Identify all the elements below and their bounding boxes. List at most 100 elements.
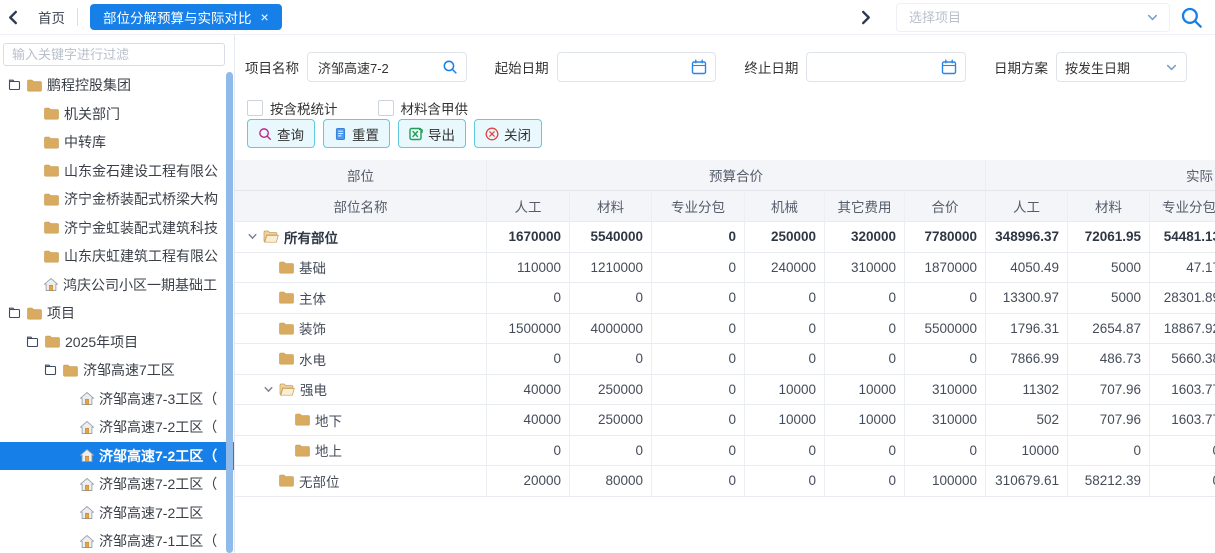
filter-form: 项目名称 起始日期 终止日期 日期方案 按发生日期: [245, 52, 1215, 82]
sidebar-item[interactable]: 鸿庆公司小区一期基础工: [0, 271, 234, 300]
sidebar-item[interactable]: 济邹高速7-2工区（: [0, 470, 234, 499]
value-cell: 310000: [905, 405, 986, 436]
value-cell: 10000: [745, 375, 825, 406]
value-cell: 7780000: [905, 222, 986, 253]
chevron-down-icon[interactable]: [1165, 61, 1178, 74]
column-header: 合价: [905, 191, 986, 222]
table-row[interactable]: 所有部位167000055400000250000320000778000034…: [235, 222, 1215, 253]
calendar-icon[interactable]: [941, 59, 957, 75]
sidebar-item[interactable]: 济宁金虹装配式建筑科技: [0, 214, 234, 243]
reset-button[interactable]: 重置: [323, 119, 390, 148]
sidebar-item[interactable]: 2025年项目: [0, 328, 234, 357]
search-icon[interactable]: [442, 59, 458, 75]
tree-expander-icon[interactable]: [44, 364, 57, 376]
value-cell: 2654.87: [1068, 314, 1150, 345]
end-date-input[interactable]: [815, 59, 937, 76]
value-cell: 0: [652, 222, 745, 253]
table-row[interactable]: 水电0000007866.99486.735660.38: [235, 344, 1215, 375]
table-row[interactable]: 主体00000013300.97500028301.89: [235, 283, 1215, 314]
tree-expander-icon[interactable]: [8, 79, 21, 91]
budget-actual-table: 部位 预算合价 实际 部位名称人工材料专业分包机械其它费用合价人工材料专业分包 …: [235, 160, 1215, 497]
date-scheme-select[interactable]: 按发生日期: [1056, 52, 1187, 82]
value-cell: 0: [652, 466, 745, 497]
query-button[interactable]: 查询: [247, 119, 315, 148]
tab-active[interactable]: 部位分解预算与实际对比 ×: [90, 4, 282, 30]
table-row[interactable]: 地上0000001000000: [235, 436, 1215, 467]
project-select-input[interactable]: [907, 9, 1146, 26]
sidebar: 鹏程控股集团机关部门中转库山东金石建设工程有限公济宁金桥装配式桥梁大构济宁金虹装…: [0, 35, 235, 553]
sidebar-item[interactable]: 鹏程控股集团: [0, 71, 234, 100]
sidebar-item[interactable]: 中转库: [0, 128, 234, 157]
back-chevron-icon[interactable]: [0, 10, 26, 25]
sidebar-item[interactable]: 济邹高速7-3工区（: [0, 385, 234, 414]
tab-close-icon[interactable]: ×: [261, 10, 269, 24]
tree-expander-icon[interactable]: [26, 336, 39, 348]
project-name-field[interactable]: [307, 52, 467, 82]
tab-home[interactable]: 首页: [38, 7, 65, 27]
sidebar-scrollbar[interactable]: [226, 72, 233, 553]
table-row[interactable]: 强电400002500000100001000031000011302707.9…: [235, 375, 1215, 406]
part-name-cell: 强电: [235, 375, 487, 406]
part-name-label: 无部位: [299, 471, 340, 491]
table-row[interactable]: 装饰1500000400000000055000001796.312654.87…: [235, 314, 1215, 345]
global-search-icon[interactable]: [1180, 6, 1203, 29]
table-row[interactable]: 无部位2000080000000100000310679.6158212.390: [235, 466, 1215, 497]
value-cell: 1603.77: [1150, 375, 1215, 406]
sidebar-item-label: 山东金石建设工程有限公: [64, 161, 218, 181]
tree-filter-input[interactable]: [3, 43, 225, 66]
start-date-field[interactable]: [557, 52, 717, 82]
checkbox-row: 按含税统计 材料含甲供: [247, 98, 508, 118]
sidebar-tree: 鹏程控股集团机关部门中转库山东金石建设工程有限公济宁金桥装配式桥梁大构济宁金虹装…: [0, 71, 234, 553]
export-button[interactable]: 导出: [398, 119, 466, 148]
sidebar-item[interactable]: 济邹高速7-2工区（: [0, 442, 234, 471]
sidebar-item-label: 济邹高速7工区: [83, 360, 175, 380]
part-name-cell: 所有部位: [235, 222, 487, 253]
chevron-down-icon[interactable]: [263, 384, 274, 395]
home-icon: [80, 392, 94, 405]
top-tab-bar: 首页 部位分解预算与实际对比 ×: [0, 0, 1215, 35]
folder-icon: [279, 383, 295, 396]
folder-icon: [27, 307, 42, 320]
value-cell: 0: [652, 375, 745, 406]
sidebar-item[interactable]: 机关部门: [0, 100, 234, 129]
start-date-input[interactable]: [566, 59, 688, 76]
folder-icon: [279, 261, 294, 274]
table-row[interactable]: 地下4000025000001000010000310000502707.961…: [235, 405, 1215, 436]
button-label: 查询: [277, 124, 304, 144]
sidebar-item[interactable]: 项目: [0, 299, 234, 328]
calendar-icon[interactable]: [691, 59, 707, 75]
table-column-header-row: 部位名称人工材料专业分包机械其它费用合价人工材料专业分包: [235, 191, 1215, 222]
end-date-field[interactable]: [806, 52, 966, 82]
value-cell: 250000: [570, 375, 652, 406]
sidebar-item[interactable]: 济邹高速7-1工区（: [0, 527, 234, 553]
material-checkbox[interactable]: [378, 100, 394, 116]
value-cell: 486.73: [1068, 344, 1150, 375]
value-cell: 0: [652, 436, 745, 467]
sidebar-item[interactable]: 山东庆虹建筑工程有限公: [0, 242, 234, 271]
value-cell: 1603.77: [1150, 405, 1215, 436]
home-icon: [80, 478, 94, 491]
sidebar-item[interactable]: 济宁金桥装配式桥梁大构: [0, 185, 234, 214]
close-button[interactable]: 关闭: [474, 119, 542, 148]
table-row[interactable]: 基础1100001210000024000031000018700004050.…: [235, 253, 1215, 284]
sidebar-item-label: 中转库: [64, 132, 106, 152]
value-cell: 0: [570, 283, 652, 314]
sidebar-item-label: 机关部门: [64, 104, 120, 124]
sidebar-item[interactable]: 济邹高速7-2工区（: [0, 413, 234, 442]
value-cell: 11302: [986, 375, 1068, 406]
chevron-down-icon[interactable]: [1146, 11, 1159, 24]
project-select[interactable]: [896, 3, 1170, 32]
sidebar-item[interactable]: 山东金石建设工程有限公: [0, 157, 234, 186]
value-cell: 110000: [487, 253, 570, 284]
folder-icon: [44, 164, 59, 177]
forward-chevron-icon[interactable]: [852, 10, 878, 25]
tax-checkbox[interactable]: [247, 100, 263, 116]
home-icon: [44, 278, 58, 291]
sidebar-item-label: 济宁金桥装配式桥梁大构: [64, 189, 218, 209]
sidebar-item[interactable]: 济邹高速7工区: [0, 356, 234, 385]
sidebar-item[interactable]: 济邹高速7-2工区: [0, 499, 234, 528]
tree-expander-icon[interactable]: [8, 307, 21, 319]
chevron-down-icon[interactable]: [247, 231, 258, 242]
project-name-input[interactable]: [316, 59, 438, 76]
value-cell: 0: [905, 344, 986, 375]
